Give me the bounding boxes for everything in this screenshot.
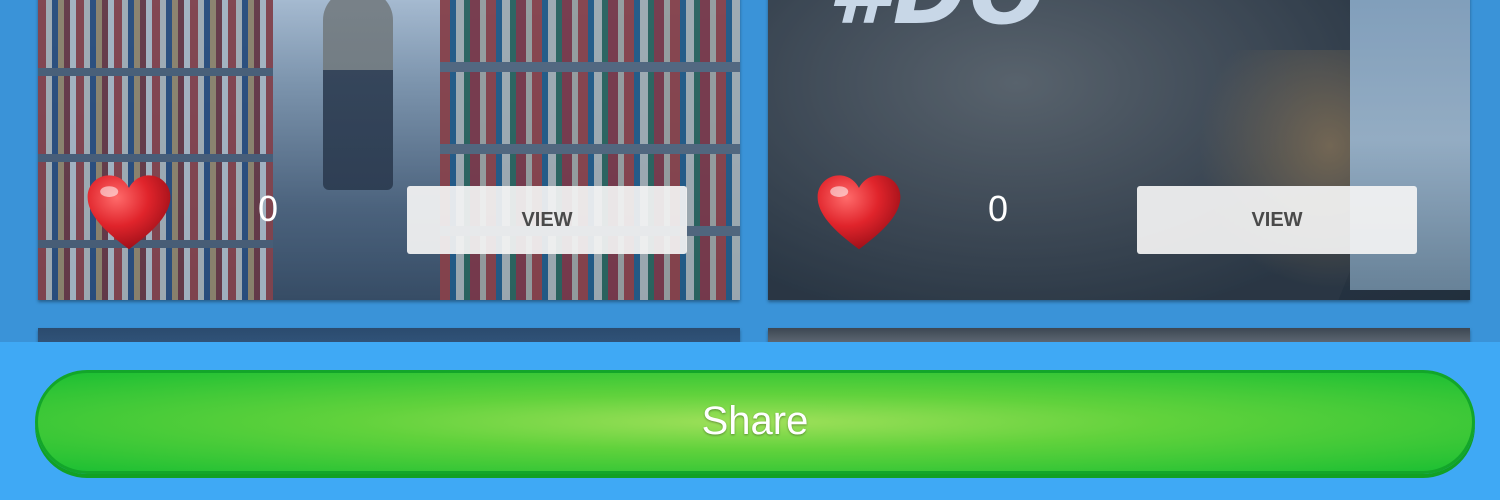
share-button[interactable]: Share: [35, 370, 1475, 474]
post-card-library[interactable]: 0 VIEW: [38, 0, 740, 300]
heart-icon[interactable]: [814, 170, 904, 260]
like-count: 0: [988, 188, 1009, 229]
view-button[interactable]: VIEW: [1137, 186, 1417, 254]
view-button[interactable]: VIEW: [407, 186, 687, 254]
post-card-mountain[interactable]: #DO 0 VIEW: [768, 0, 1470, 300]
like-count: 0: [258, 188, 279, 229]
heart-icon[interactable]: [84, 170, 174, 260]
